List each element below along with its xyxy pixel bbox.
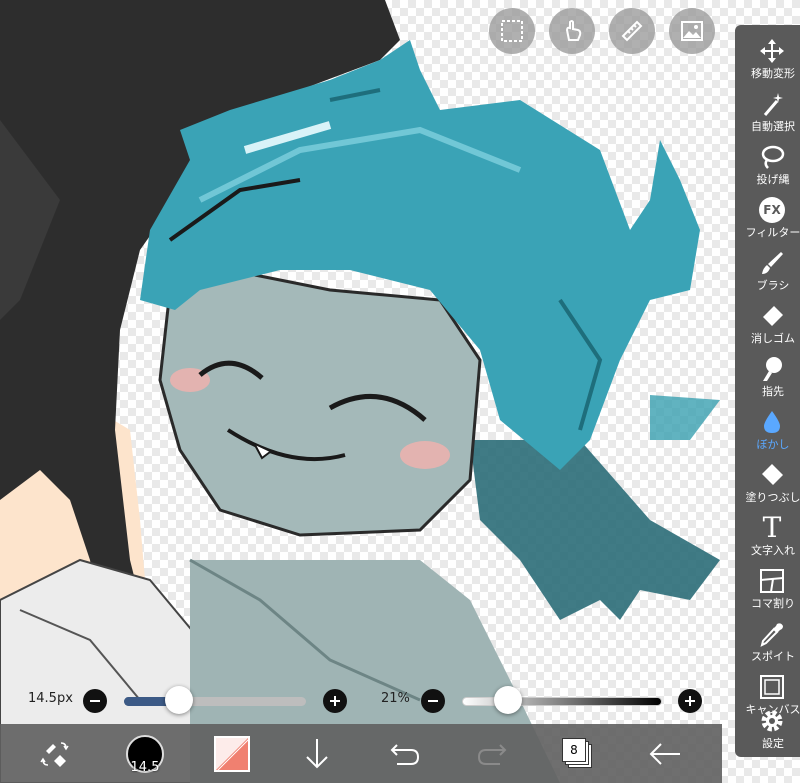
tool-text[interactable]: T 文字入れ: [735, 508, 800, 560]
lasso-icon: [761, 145, 785, 169]
tool-label: ぼかし: [756, 438, 790, 451]
secondary-color-icon: [214, 735, 250, 772]
canvas-icon: [760, 675, 784, 699]
tool-eyedropper[interactable]: スポイト: [735, 614, 800, 666]
brush-size-decrease-button[interactable]: [83, 689, 107, 713]
tool-auto-select[interactable]: 自動選択: [735, 84, 800, 136]
ruler-icon: [621, 20, 643, 42]
tool-brush[interactable]: ブラシ: [735, 243, 800, 295]
plus-icon: [330, 696, 340, 706]
layers-icon: 8: [562, 737, 594, 770]
opacity-slider[interactable]: [462, 697, 662, 706]
blur-drop-icon: [764, 411, 780, 433]
tool-lasso[interactable]: 投げ縄: [735, 137, 800, 189]
brush-size-increase-button[interactable]: [323, 689, 347, 713]
tool-label: スポイト: [751, 650, 795, 663]
eraser-icon: [763, 306, 783, 326]
tool-smudge[interactable]: 指先: [735, 349, 800, 401]
download-button[interactable]: [287, 724, 347, 783]
magic-wand-icon: [763, 93, 783, 116]
back-button[interactable]: [635, 724, 695, 783]
image-tool-button[interactable]: [669, 8, 715, 54]
arrow-left-icon: [649, 742, 680, 765]
brush-icon: [762, 252, 783, 274]
brush-size-label: 14.5px: [28, 691, 73, 706]
bucket-icon: [762, 464, 783, 485]
tool-label: 移動変形: [751, 67, 795, 80]
text-icon: T: [762, 511, 782, 544]
selection-icon: [501, 20, 523, 42]
tool-filter[interactable]: FX フィルター: [735, 190, 800, 242]
undo-icon: [390, 743, 420, 765]
tool-label: 消しゴム: [751, 332, 795, 345]
opacity-label: 21%: [381, 691, 410, 706]
drawing-canvas[interactable]: [0, 0, 800, 783]
finger-icon: [763, 357, 782, 381]
tool-move[interactable]: 移動変形: [735, 31, 800, 83]
gear-icon: [761, 710, 783, 732]
layer-count: 8: [562, 737, 586, 762]
opacity-increase-button[interactable]: [678, 689, 702, 713]
tool-label: フィルター: [745, 226, 800, 239]
selection-tool-button[interactable]: [489, 8, 535, 54]
undo-button[interactable]: [375, 724, 435, 783]
brush-eraser-switch-button[interactable]: [25, 724, 85, 783]
tool-label: コマ割り: [751, 597, 795, 610]
tool-label: 自動選択: [751, 120, 795, 133]
tool-settings[interactable]: 設定: [735, 701, 800, 753]
color-swatch-icon: 14.5: [126, 734, 164, 775]
layers-button[interactable]: 8: [548, 724, 608, 783]
minus-icon: [90, 700, 100, 702]
artwork-illustration: [0, 0, 720, 783]
brush-size-slider-thumb[interactable]: [165, 686, 193, 714]
color-brush-size-button[interactable]: 14.5: [115, 724, 175, 783]
ruler-tool-button[interactable]: [609, 8, 655, 54]
bottom-toolbar: 14.5 8: [0, 724, 722, 783]
tool-label: 投げ縄: [756, 173, 790, 186]
tool-fill[interactable]: 塗りつぶし: [735, 455, 800, 507]
brush-eraser-switch-icon: [40, 741, 69, 767]
tool-label: 塗りつぶし: [745, 491, 800, 504]
redo-button[interactable]: [462, 724, 522, 783]
tool-label: ブラシ: [756, 279, 790, 292]
image-icon: [681, 21, 703, 41]
touch-tool-button[interactable]: [549, 8, 595, 54]
redo-icon: [477, 743, 507, 765]
move-icon: [760, 39, 784, 63]
secondary-color-button[interactable]: [202, 724, 262, 783]
touch-icon: [565, 20, 582, 41]
tool-label: 指先: [762, 385, 784, 398]
opacity-decrease-button[interactable]: [421, 689, 445, 713]
fx-icon: FX: [759, 197, 785, 223]
tool-frame-divider[interactable]: コマ割り: [735, 561, 800, 613]
tool-blur[interactable]: ぼかし: [735, 402, 800, 454]
minus-icon: [428, 700, 438, 702]
tool-palette: 移動変形 自動選択 投げ縄 FX フィルター ブラシ 消しゴム 指先 ぼかし 塗…: [735, 25, 800, 757]
eyedropper-icon: [760, 623, 783, 647]
arrow-down-icon: [306, 738, 328, 768]
tool-eraser[interactable]: 消しゴム: [735, 296, 800, 348]
plus-icon: [685, 696, 695, 706]
frame-divider-icon: [760, 569, 784, 593]
brush-size-value: 14.5: [130, 759, 160, 775]
opacity-slider-thumb[interactable]: [494, 686, 522, 714]
tool-label: 文字入れ: [751, 544, 795, 557]
tool-label: 設定: [762, 737, 784, 750]
